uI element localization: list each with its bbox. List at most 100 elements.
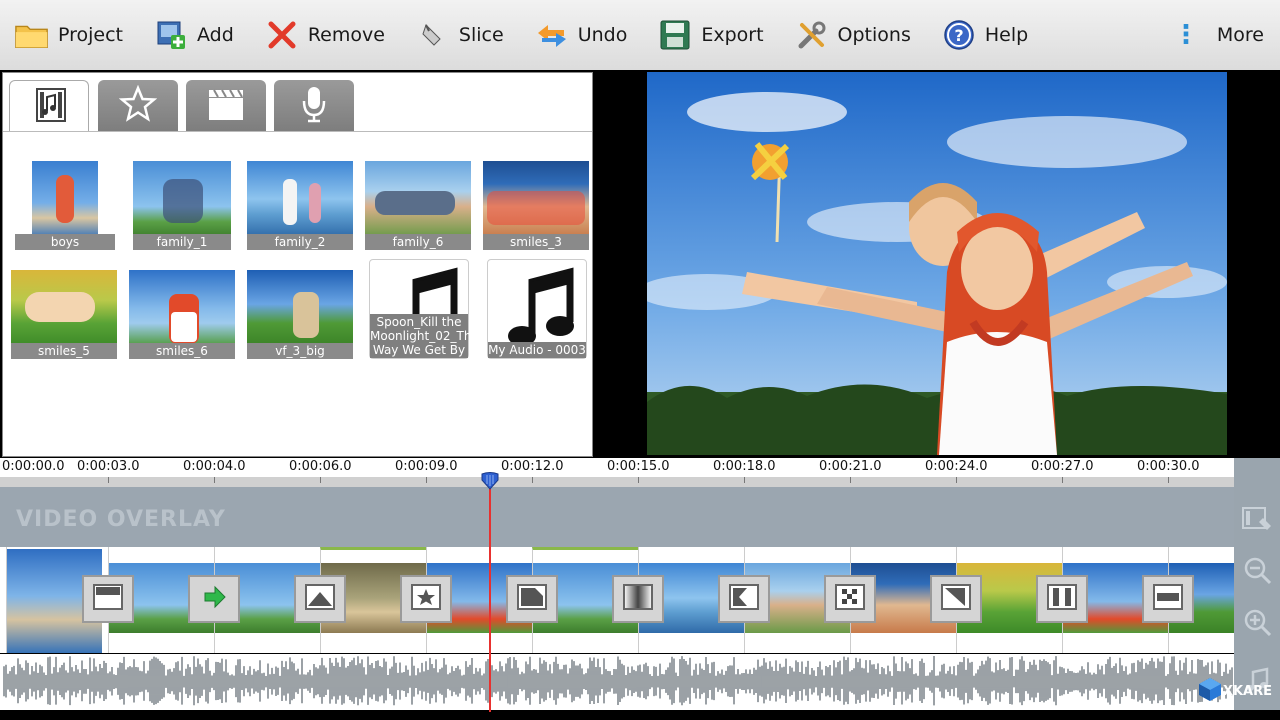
undo-icon xyxy=(534,17,570,53)
transition-split-icon xyxy=(1047,584,1077,614)
item-label: smiles_3 xyxy=(483,234,589,250)
tab-favorites[interactable] xyxy=(98,80,178,132)
add-button[interactable]: Add xyxy=(153,10,234,60)
help-button[interactable]: ? Help xyxy=(941,10,1028,60)
export-label: Export xyxy=(701,24,764,46)
transition-button[interactable] xyxy=(82,575,134,623)
transition-button[interactable] xyxy=(294,575,346,623)
transition-button[interactable] xyxy=(718,575,770,623)
transition-button[interactable] xyxy=(930,575,982,623)
transition-fade-icon xyxy=(623,584,653,614)
item-label: smiles_5 xyxy=(11,343,117,359)
thumbnail xyxy=(11,270,117,346)
library-item[interactable]: family_1 xyxy=(133,161,231,250)
transition-button[interactable] xyxy=(400,575,452,623)
preview-frame xyxy=(647,72,1227,455)
slice-icon xyxy=(415,17,451,53)
tick-label: 0:00:24.0 xyxy=(925,459,988,474)
library-audio-item[interactable]: My Audio - 0003 xyxy=(487,259,587,359)
cube-logo-icon xyxy=(1197,676,1223,706)
thumbnail xyxy=(129,270,235,346)
library-item[interactable]: smiles_5 xyxy=(11,270,117,359)
item-label: smiles_6 xyxy=(129,343,235,359)
options-button[interactable]: Options xyxy=(794,10,911,60)
overlay-film-icon xyxy=(1241,504,1273,536)
transition-button[interactable] xyxy=(1036,575,1088,623)
library-item[interactable]: family_2 xyxy=(247,161,353,250)
transition-checker-icon xyxy=(835,584,865,614)
watermark-text: XKARE xyxy=(1222,683,1272,699)
microphone-icon xyxy=(299,85,329,127)
tick-label: 0:00:00.0 xyxy=(2,459,65,474)
transition-diagonal-icon xyxy=(941,584,971,614)
tick-label: 0:00:30.0 xyxy=(1137,459,1200,474)
video-track[interactable] xyxy=(0,547,1234,653)
item-label: family_6 xyxy=(365,234,471,250)
transition-star-icon xyxy=(411,584,441,614)
playhead-handle[interactable] xyxy=(481,472,499,490)
thumbnail xyxy=(483,161,589,237)
add-media-icon xyxy=(153,17,189,53)
transition-button[interactable] xyxy=(824,575,876,623)
help-label: Help xyxy=(984,24,1029,46)
thumbnail xyxy=(133,161,231,237)
more-button[interactable]: ⋮ More xyxy=(1173,10,1264,60)
remove-button[interactable]: Remove xyxy=(264,10,385,60)
library-audio-item[interactable]: Spoon_Kill the Moonlight_02_The Way We G… xyxy=(369,259,479,359)
transition-button[interactable] xyxy=(612,575,664,623)
zoom-in-button[interactable] xyxy=(1234,598,1280,650)
toolbar: Project Add Remove Slice Undo Export Opt… xyxy=(0,0,1280,70)
tick-label: 0:00:21.0 xyxy=(819,459,882,474)
library-tabs xyxy=(3,73,592,132)
remove-label: Remove xyxy=(307,24,385,46)
overlay-toggle-button[interactable] xyxy=(1234,494,1280,546)
tools-icon xyxy=(794,17,830,53)
options-label: Options xyxy=(837,24,911,46)
transition-bar-icon xyxy=(1153,584,1183,614)
thumbnail xyxy=(247,270,353,346)
undo-button[interactable]: Undo xyxy=(534,10,627,60)
star-icon xyxy=(118,84,158,127)
app-window: Project Add Remove Slice Undo Export Opt… xyxy=(0,0,1280,720)
audio-waveform xyxy=(3,656,1233,706)
item-label: vf_3_big xyxy=(247,343,353,359)
tick-label: 0:00:09.0 xyxy=(395,459,458,474)
folder-icon xyxy=(14,17,50,53)
transition-slide-icon xyxy=(729,584,759,614)
tab-clips[interactable] xyxy=(186,80,266,132)
thumbnail xyxy=(365,161,471,237)
tab-media[interactable] xyxy=(9,80,89,132)
slice-button[interactable]: Slice xyxy=(415,10,504,60)
library-item[interactable]: boys xyxy=(15,161,115,250)
tick-label: 0:00:03.0 xyxy=(77,459,140,474)
video-preview[interactable] xyxy=(595,72,1280,457)
tick-label: 0:00:06.0 xyxy=(289,459,352,474)
zoom-out-button[interactable] xyxy=(1234,546,1280,598)
transition-button[interactable] xyxy=(1142,575,1194,623)
transition-button[interactable] xyxy=(506,575,558,623)
thumbnail xyxy=(247,161,353,237)
export-icon xyxy=(657,17,693,53)
transition-arrow-icon xyxy=(199,584,229,614)
library-item[interactable]: vf_3_big xyxy=(247,270,353,359)
transition-button[interactable] xyxy=(188,575,240,623)
thumbnail xyxy=(32,161,98,237)
library-item[interactable]: smiles_6 xyxy=(129,270,235,359)
library-item[interactable]: family_6 xyxy=(365,161,471,250)
timeline-side-panel xyxy=(1234,458,1280,710)
tab-audio[interactable] xyxy=(274,80,354,132)
help-icon: ? xyxy=(941,17,977,53)
ruler-strip xyxy=(0,477,1234,487)
remove-icon xyxy=(264,17,300,53)
playhead-line xyxy=(489,474,491,712)
project-label: Project xyxy=(58,24,124,46)
media-icon xyxy=(29,85,69,129)
export-button[interactable]: Export xyxy=(657,10,764,60)
library-item[interactable]: smiles_3 xyxy=(483,161,589,250)
transition-page-icon xyxy=(517,584,547,614)
project-button[interactable]: Project xyxy=(14,10,123,60)
audio-track[interactable] xyxy=(0,654,1234,710)
slice-label: Slice xyxy=(458,24,504,46)
zoom-in-icon xyxy=(1242,607,1272,641)
video-overlay-track[interactable]: VIDEO OVERLAY xyxy=(0,487,1234,547)
